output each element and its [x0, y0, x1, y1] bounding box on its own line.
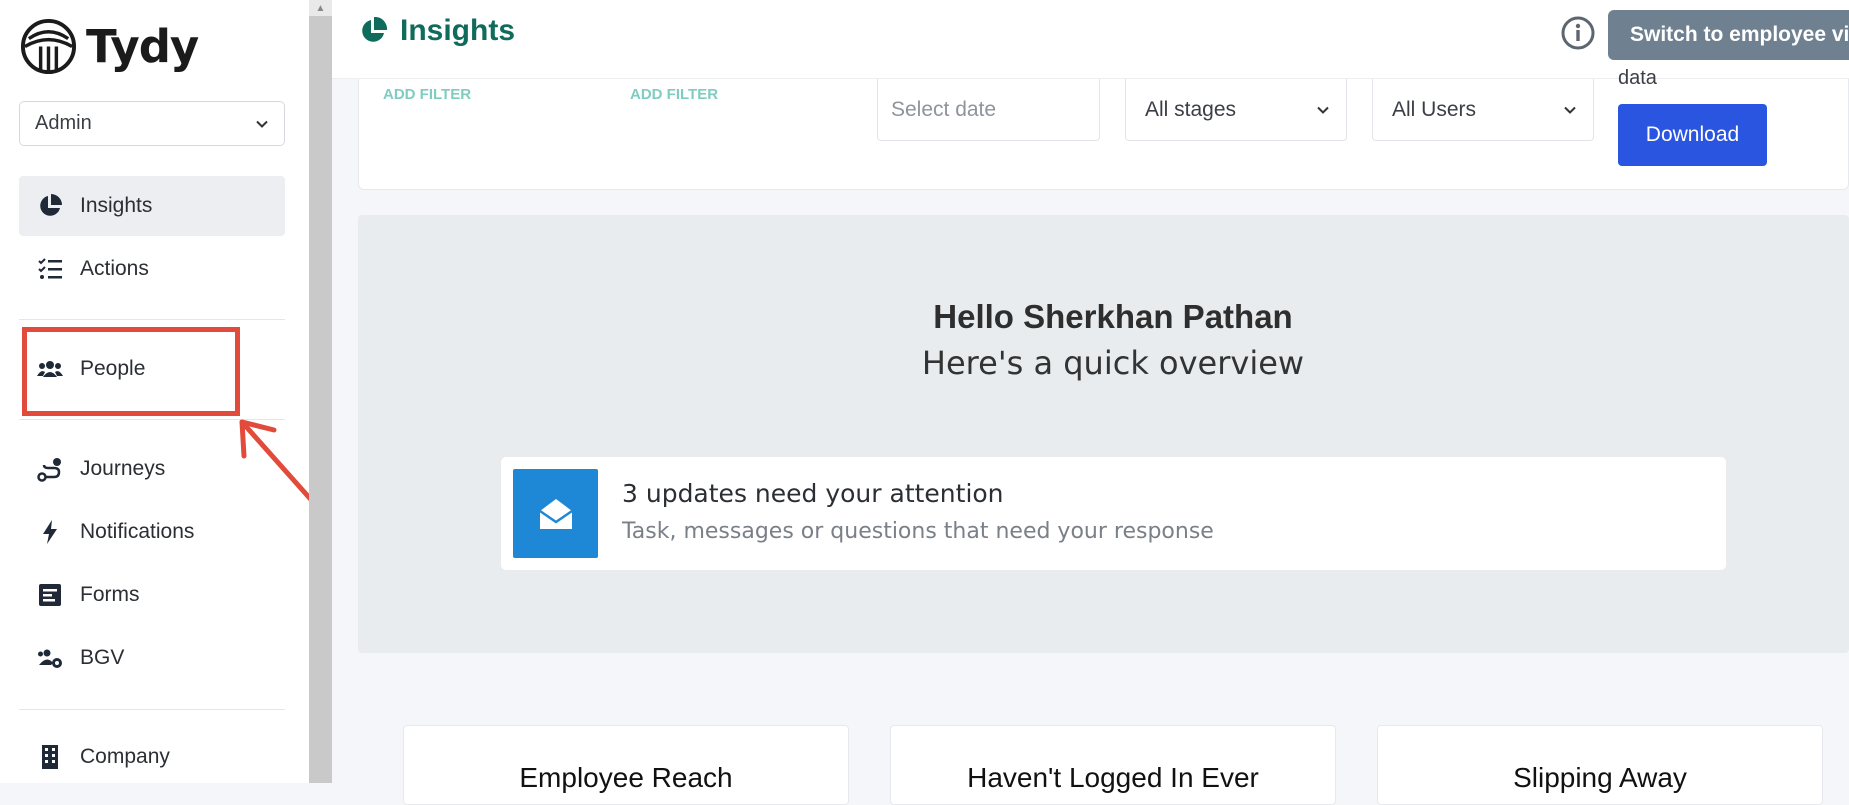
sidebar-item-forms[interactable]: Forms — [19, 565, 285, 625]
date-input[interactable]: Select date — [877, 79, 1100, 141]
chevron-down-icon — [256, 120, 268, 128]
sidebar-item-label: Notifications — [80, 520, 195, 543]
sidebar-item-label: BGV — [80, 646, 125, 669]
updates-card[interactable]: 3 updates need your attention Task, mess… — [501, 457, 1726, 570]
users-gear-icon — [38, 649, 62, 668]
stages-select[interactable]: All stages — [1125, 79, 1347, 141]
form-icon — [39, 584, 61, 606]
sidebar-item-label: Insights — [80, 194, 153, 217]
overview-panel — [358, 215, 1849, 653]
add-filter-link[interactable]: ADD FILTER — [630, 86, 718, 103]
download-button[interactable]: Download — [1618, 104, 1767, 166]
page-title-text: Insights — [400, 14, 516, 47]
building-icon — [42, 745, 58, 769]
pie-chart-icon — [40, 194, 62, 216]
sidebar-scrollbar[interactable] — [309, 0, 332, 783]
sidebar-item-notifications[interactable]: Notifications — [19, 502, 285, 562]
stages-select-value: All stages — [1145, 97, 1237, 121]
page-title: Insights — [358, 14, 515, 48]
updates-title: 3 updates need your attention — [622, 479, 1004, 508]
stat-card-title: Employee Reach — [519, 762, 733, 793]
brand-logo[interactable]: Tydy — [19, 17, 199, 76]
stat-card-title: Slipping Away — [1513, 762, 1687, 793]
scroll-up-arrow-icon[interactable]: ▲ — [309, 0, 332, 16]
pie-chart-icon — [362, 16, 388, 42]
add-filter-link[interactable]: ADD FILTER — [383, 86, 471, 103]
sidebar: Tydy Admin Insights Actions People Journ… — [0, 0, 317, 783]
sidebar-item-label: Actions — [80, 257, 149, 280]
users-select[interactable]: All Users — [1372, 79, 1594, 141]
chevron-down-icon — [1317, 106, 1329, 114]
stat-card-title: Haven't Logged In Ever — [967, 762, 1259, 793]
sidebar-item-actions[interactable]: Actions — [19, 239, 285, 299]
bolt-icon — [43, 520, 57, 544]
annotation-arrow-icon — [239, 419, 317, 506]
divider — [19, 319, 285, 320]
tydy-logo-icon — [20, 18, 77, 75]
download-data-label: data — [1618, 67, 1657, 89]
role-select-value: Admin — [35, 112, 92, 134]
divider — [19, 709, 285, 710]
sidebar-item-bgv[interactable]: BGV — [19, 628, 285, 688]
role-select[interactable]: Admin — [19, 101, 285, 146]
route-icon — [37, 458, 61, 482]
envelope-open-icon — [538, 498, 573, 529]
overview-subtitle: Here's a quick overview — [921, 344, 1305, 382]
brand-name: Tydy — [86, 20, 199, 73]
checklist-icon — [38, 258, 62, 279]
sidebar-item-label: Journeys — [80, 457, 166, 480]
switch-to-employee-view-button[interactable]: Switch to employee view — [1608, 10, 1849, 60]
updates-subtitle: Task, messages or questions that need yo… — [622, 519, 1214, 544]
download-button-label: Download — [1645, 123, 1740, 146]
date-placeholder: Select date — [891, 97, 997, 121]
users-select-value: All Users — [1392, 97, 1477, 121]
annotation-highlight-box — [22, 327, 240, 416]
greeting-heading: Hello Sherkhan Pathan — [933, 298, 1293, 335]
sidebar-item-label: Company — [80, 745, 170, 768]
info-icon[interactable] — [1560, 15, 1596, 51]
sidebar-item-company[interactable]: Company — [19, 727, 285, 787]
chevron-down-icon — [1564, 106, 1576, 114]
gutter — [332, 0, 358, 783]
sidebar-item-insights[interactable]: Insights — [19, 176, 285, 236]
sidebar-item-label: Forms — [80, 583, 140, 606]
envelope-tile — [513, 469, 598, 558]
switch-button-label: Switch to employee view — [1630, 23, 1849, 46]
